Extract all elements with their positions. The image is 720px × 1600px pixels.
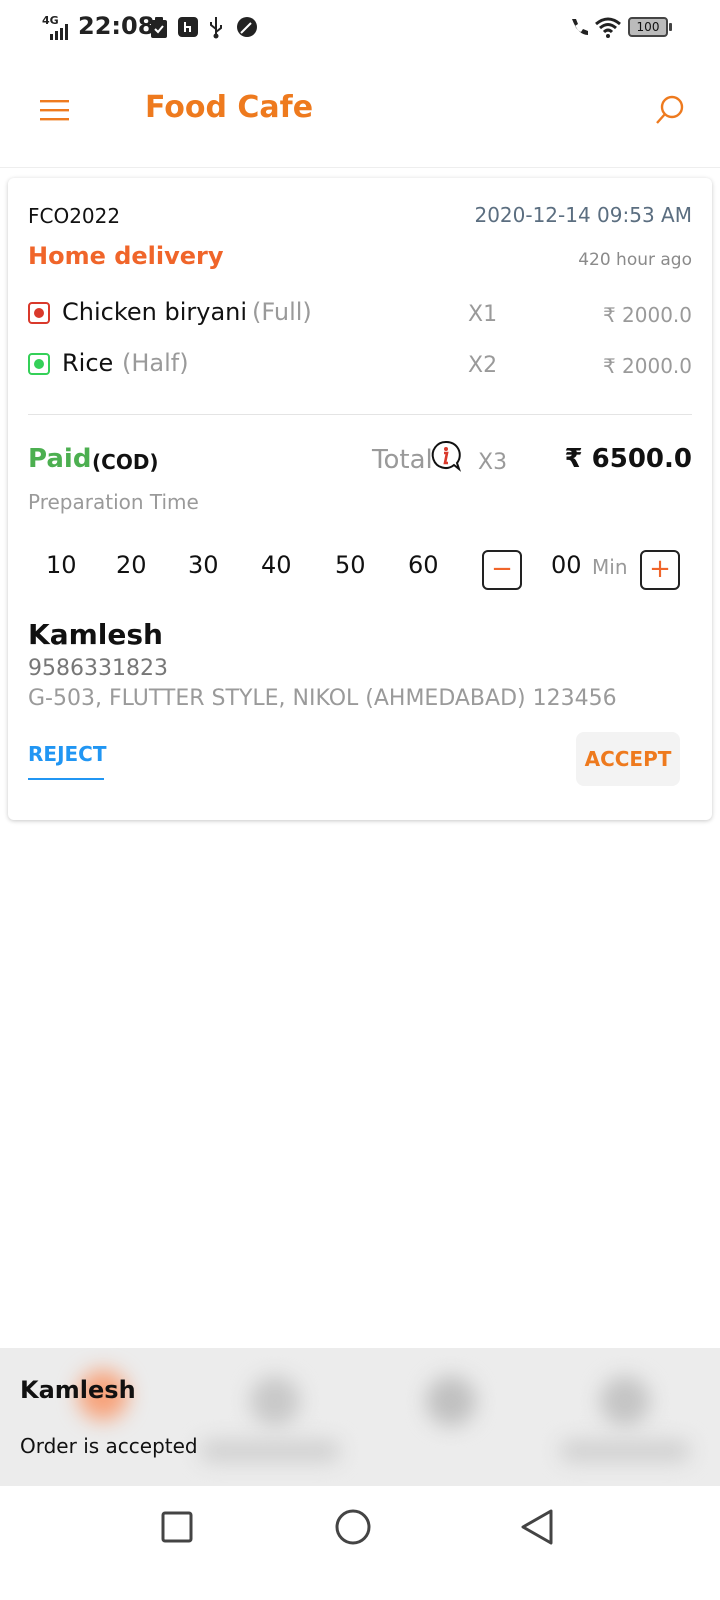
item-quantity: X2 [468,353,498,378]
wifi-icon [595,17,621,38]
increment-button[interactable]: + [640,550,680,590]
toast-message: Order is accepted [20,1434,198,1458]
decrement-button[interactable]: − [482,550,522,590]
total-quantity: X3 [478,450,508,475]
battery-icon: 100 [628,17,672,37]
blurred-background [250,1376,300,1426]
status-bar: 4G 22:08 100 [0,0,720,56]
battery-level: 100 [636,20,660,34]
prep-option-60[interactable]: 60 [408,551,439,579]
home-icon[interactable] [334,1508,372,1546]
blurred-background [600,1376,650,1426]
usb-debug-icon [178,17,198,37]
non-veg-icon [28,302,50,324]
plus-icon: + [649,554,671,584]
prep-option-30[interactable]: 30 [188,551,219,579]
back-icon[interactable] [518,1508,556,1546]
prep-option-40[interactable]: 40 [261,551,292,579]
minus-icon: − [491,554,513,584]
status-time: 22:08 [78,12,155,40]
item-name: Chicken biryani [62,298,248,326]
order-date: 2020-12-14 09:53 AM [474,203,692,227]
blurred-background [560,1440,690,1462]
item-price: ₹ 2000.0 [602,354,692,378]
prep-option-10[interactable]: 10 [46,551,77,579]
accept-button[interactable]: ACCEPT [576,732,680,786]
reject-underline [28,778,104,780]
prep-option-50[interactable]: 50 [335,551,366,579]
leaf-icon [237,17,257,37]
item-size: (Half) [122,349,189,377]
info-icon[interactable] [430,440,462,472]
blurred-background [426,1376,476,1426]
order-age: 420 hour ago [578,250,692,270]
delivery-type: Home delivery [28,242,224,270]
recent-apps-icon[interactable] [160,1510,194,1544]
total-label: Total [372,445,433,475]
order-id: FCO2022 [28,204,121,228]
veg-icon [28,353,50,375]
system-nav-bar [0,1486,720,1600]
order-card: FCO2022 2020-12-14 09:53 AM Home deliver… [8,178,712,820]
customer-address: G-503, FLUTTER STYLE, NIKOL (AHMEDABAD) … [28,686,617,711]
divider [28,414,692,415]
item-price: ₹ 2000.0 [602,303,692,327]
customer-name: Kamlesh [28,618,163,651]
payment-status: Paid [28,444,92,474]
reject-button[interactable]: REJECT [28,742,107,766]
app-bar: Food Cafe [0,56,720,168]
item-size: (Full) [252,298,312,326]
search-icon[interactable] [654,94,686,126]
minutes-unit: Min [592,555,628,579]
wifi-call-icon [572,19,588,35]
menu-icon[interactable] [40,98,70,122]
total-amount: ₹ 6500.0 [564,444,692,474]
toast-title: Kamlesh [20,1376,136,1404]
payment-method: (COD) [92,450,159,474]
item-name: Rice [62,349,114,377]
prep-option-20[interactable]: 20 [116,551,147,579]
preparation-time-label: Preparation Time [28,490,199,514]
customer-phone: 9586331823 [28,656,168,681]
clipboard-icon [151,17,167,38]
item-quantity: X1 [468,302,498,327]
app-title: Food Cafe [145,90,314,125]
minutes-value: 00 [551,551,582,579]
usb-icon [210,17,222,39]
blurred-background [200,1440,340,1462]
notification-toast: Kamlesh Order is accepted [0,1348,720,1486]
